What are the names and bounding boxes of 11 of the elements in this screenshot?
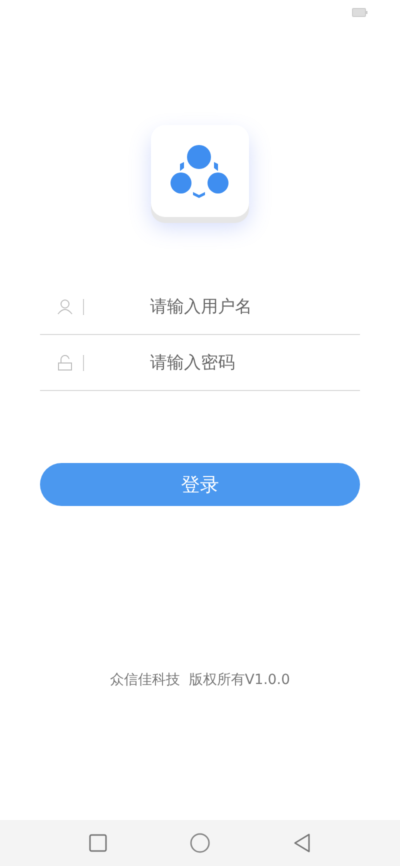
login-button[interactable]: 登录 xyxy=(40,463,360,506)
user-icon xyxy=(57,298,73,314)
circle-icon[interactable] xyxy=(190,833,210,853)
logo-icon xyxy=(170,142,230,200)
back-icon[interactable] xyxy=(293,833,311,853)
copyright-text: 众信佳科技 版权所有V1.0.0 xyxy=(110,671,290,689)
battery-icon xyxy=(352,8,368,16)
password-field[interactable]: 请输入密码 xyxy=(84,352,360,374)
lock-icon xyxy=(57,354,73,370)
square-icon[interactable] xyxy=(89,834,107,852)
username-field[interactable]: 请输入用户名 xyxy=(84,296,360,318)
